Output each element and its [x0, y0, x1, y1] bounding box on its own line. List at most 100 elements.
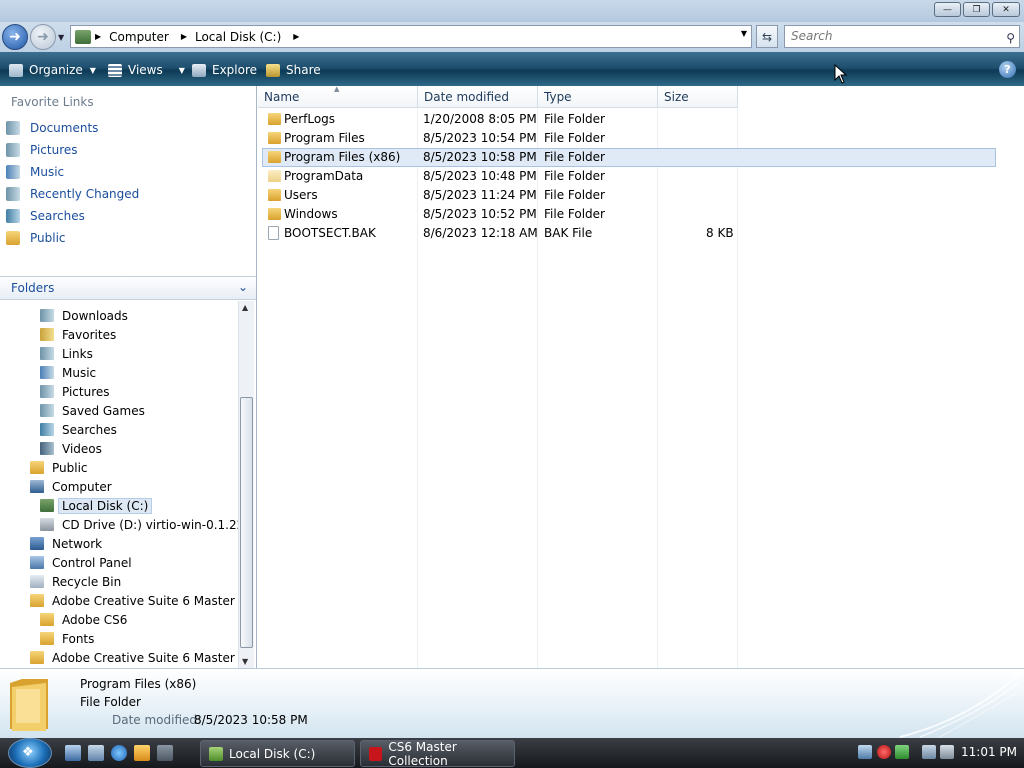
column-header-size[interactable]: Size [658, 86, 738, 108]
address-bar[interactable]: ▶ Computer ▶ Local Disk (C:) ▶ ▼ [70, 25, 752, 48]
tree-item-local-disk[interactable]: Local Disk (C:) [40, 496, 153, 515]
explore-button[interactable]: Explore [192, 61, 257, 79]
tree-item-cd-drive[interactable]: CD Drive (D:) virtio-win-0.1.225 [40, 515, 238, 534]
tree-item-adobe-cs6-master-1[interactable]: Adobe Creative Suite 6 Master Colle [30, 591, 238, 610]
folder-icon [30, 461, 44, 474]
network-icon [30, 537, 44, 550]
folder-icon [30, 651, 44, 664]
close-button[interactable]: ✕ [992, 2, 1020, 17]
forward-button[interactable]: ➜ [30, 24, 56, 50]
favorite-link-public[interactable]: Public [6, 228, 66, 248]
taskbar-item-cs6-master-collection[interactable]: CS6 Master Collection [360, 740, 515, 768]
breadcrumb-local-disk[interactable]: Local Disk (C:) [195, 30, 281, 44]
refresh-button[interactable]: ⇆ [756, 25, 778, 48]
switch-windows-icon[interactable] [88, 745, 104, 761]
file-icon [268, 226, 279, 240]
organize-button[interactable]: Organize ▼ [9, 61, 96, 79]
tree-item-control-panel[interactable]: Control Panel [30, 553, 132, 572]
tree-item-label: Saved Games [62, 403, 145, 418]
tree-item-adobe-cs6-master-2[interactable]: Adobe Creative Suite 6 Master Colle [30, 648, 238, 667]
tree-item-pictures[interactable]: Pictures [40, 382, 110, 401]
search-placeholder: Search [791, 29, 833, 43]
file-row-program-files-x86[interactable]: Program Files (x86) 8/5/2023 10:58 PM Fi… [262, 148, 996, 167]
show-desktop-icon[interactable] [65, 745, 81, 761]
public-folder-icon [6, 231, 20, 245]
tree-item-recycle-bin[interactable]: Recycle Bin [30, 572, 121, 591]
file-row-programdata[interactable]: ProgramData 8/5/2023 10:48 PM File Folde… [262, 167, 996, 186]
tray-windows-icon[interactable] [895, 745, 909, 759]
taskbar-item-local-disk[interactable]: Local Disk (C:) [200, 740, 355, 767]
tree-item-label: Adobe Creative Suite 6 Master Colle [52, 593, 238, 608]
minimize-button[interactable]: — [934, 2, 961, 17]
breadcrumb-arrow-icon[interactable]: ▶ [95, 32, 101, 41]
volume-muted-icon[interactable] [940, 745, 954, 759]
favorite-link-pictures[interactable]: Pictures [6, 140, 78, 160]
file-row-bootsect-bak[interactable]: BOOTSECT.BAK 8/6/2023 12:18 AM BAK File … [262, 224, 996, 243]
file-row-program-files[interactable]: Program Files 8/5/2023 10:54 PM File Fol… [262, 129, 996, 148]
file-date: 8/5/2023 10:58 PM [423, 150, 537, 164]
system-clock[interactable]: 11:01 PM [961, 745, 1017, 759]
favorite-link-searches[interactable]: Searches [6, 206, 85, 226]
search-icon[interactable]: ⚲ [1006, 28, 1015, 49]
favorite-link-music[interactable]: Music [6, 162, 64, 182]
forward-arrow-icon: ➜ [37, 29, 49, 45]
breadcrumb-arrow-icon[interactable]: ▶ [293, 32, 299, 41]
internet-explorer-icon[interactable] [111, 745, 127, 761]
breadcrumb-arrow-icon[interactable]: ▶ [181, 32, 187, 41]
file-name: Program Files [284, 131, 365, 145]
favorite-link-label: Searches [30, 209, 85, 223]
tree-item-music[interactable]: Music [40, 363, 96, 382]
file-name: ProgramData [284, 169, 364, 183]
search-input[interactable]: Search ⚲ [784, 25, 1020, 48]
tree-item-saved-games[interactable]: Saved Games [40, 401, 145, 420]
tree-item-videos[interactable]: Videos [40, 439, 102, 458]
file-name: Windows [284, 207, 338, 221]
favorite-link-documents[interactable]: Documents [6, 118, 98, 138]
maximize-button[interactable]: ❐ [963, 2, 990, 17]
column-header-date-modified[interactable]: Date modified [418, 86, 538, 108]
favorite-link-label: Pictures [30, 143, 78, 157]
tree-item-favorites[interactable]: Favorites [40, 325, 116, 344]
file-name: PerfLogs [284, 112, 336, 126]
searches-icon [40, 423, 54, 436]
share-button[interactable]: Share [266, 61, 321, 79]
column-header-type[interactable]: Type [538, 86, 658, 108]
views-button[interactable]: Views ▼ [108, 61, 185, 79]
tree-item-public[interactable]: Public [30, 458, 88, 477]
favorite-link-recently-changed[interactable]: Recently Changed [6, 184, 139, 204]
start-button[interactable]: ❖ [8, 738, 52, 768]
tray-device-icon[interactable] [858, 745, 872, 759]
address-dropdown-icon[interactable]: ▼ [741, 29, 747, 38]
back-button[interactable]: ➜ [2, 24, 28, 50]
media-player-icon[interactable] [134, 745, 150, 761]
folder-tree: Downloads Favorites Links Music Pictures… [0, 301, 238, 668]
scroll-down-icon[interactable]: ▼ [242, 657, 248, 666]
tree-item-label: Local Disk (C:) [58, 497, 153, 514]
tray-security-alert-icon[interactable] [877, 745, 891, 759]
chevron-down-icon[interactable]: ⌄ [238, 280, 248, 294]
file-row-windows[interactable]: Windows 8/5/2023 10:52 PM File Folder [262, 205, 996, 224]
tree-item-computer[interactable]: Computer [30, 477, 112, 496]
recent-pages-dropdown[interactable]: ▼ [58, 33, 64, 42]
file-row-perflogs[interactable]: PerfLogs 1/20/2008 8:05 PM File Folder [262, 110, 996, 129]
tree-item-links[interactable]: Links [40, 344, 93, 363]
scroll-up-icon[interactable]: ▲ [242, 303, 248, 312]
documents-icon [6, 121, 20, 135]
tree-item-searches[interactable]: Searches [40, 420, 117, 439]
tree-item-label: Adobe CS6 [62, 612, 128, 627]
favorite-links-header: Favorite Links [11, 95, 94, 109]
file-row-users[interactable]: Users 8/5/2023 11:24 PM File Folder [262, 186, 996, 205]
favorite-link-label: Documents [30, 121, 99, 135]
folder-tree-scrollbar[interactable]: ▲ ▼ [238, 301, 254, 668]
tree-item-adobe-cs6[interactable]: Adobe CS6 [40, 610, 127, 629]
tree-item-network[interactable]: Network [30, 534, 102, 553]
folders-header[interactable]: Folders ⌄ [0, 276, 256, 300]
tree-item-downloads[interactable]: Downloads [40, 306, 128, 325]
network-status-icon[interactable] [922, 745, 936, 759]
quick-launch-app-icon[interactable] [157, 745, 173, 761]
tree-item-fonts[interactable]: Fonts [40, 629, 94, 648]
help-button[interactable]: ? [999, 61, 1016, 78]
breadcrumb-computer[interactable]: Computer [109, 30, 169, 44]
scrollbar-thumb[interactable] [240, 397, 253, 648]
column-header-name[interactable]: Name ▲ [258, 85, 418, 108]
